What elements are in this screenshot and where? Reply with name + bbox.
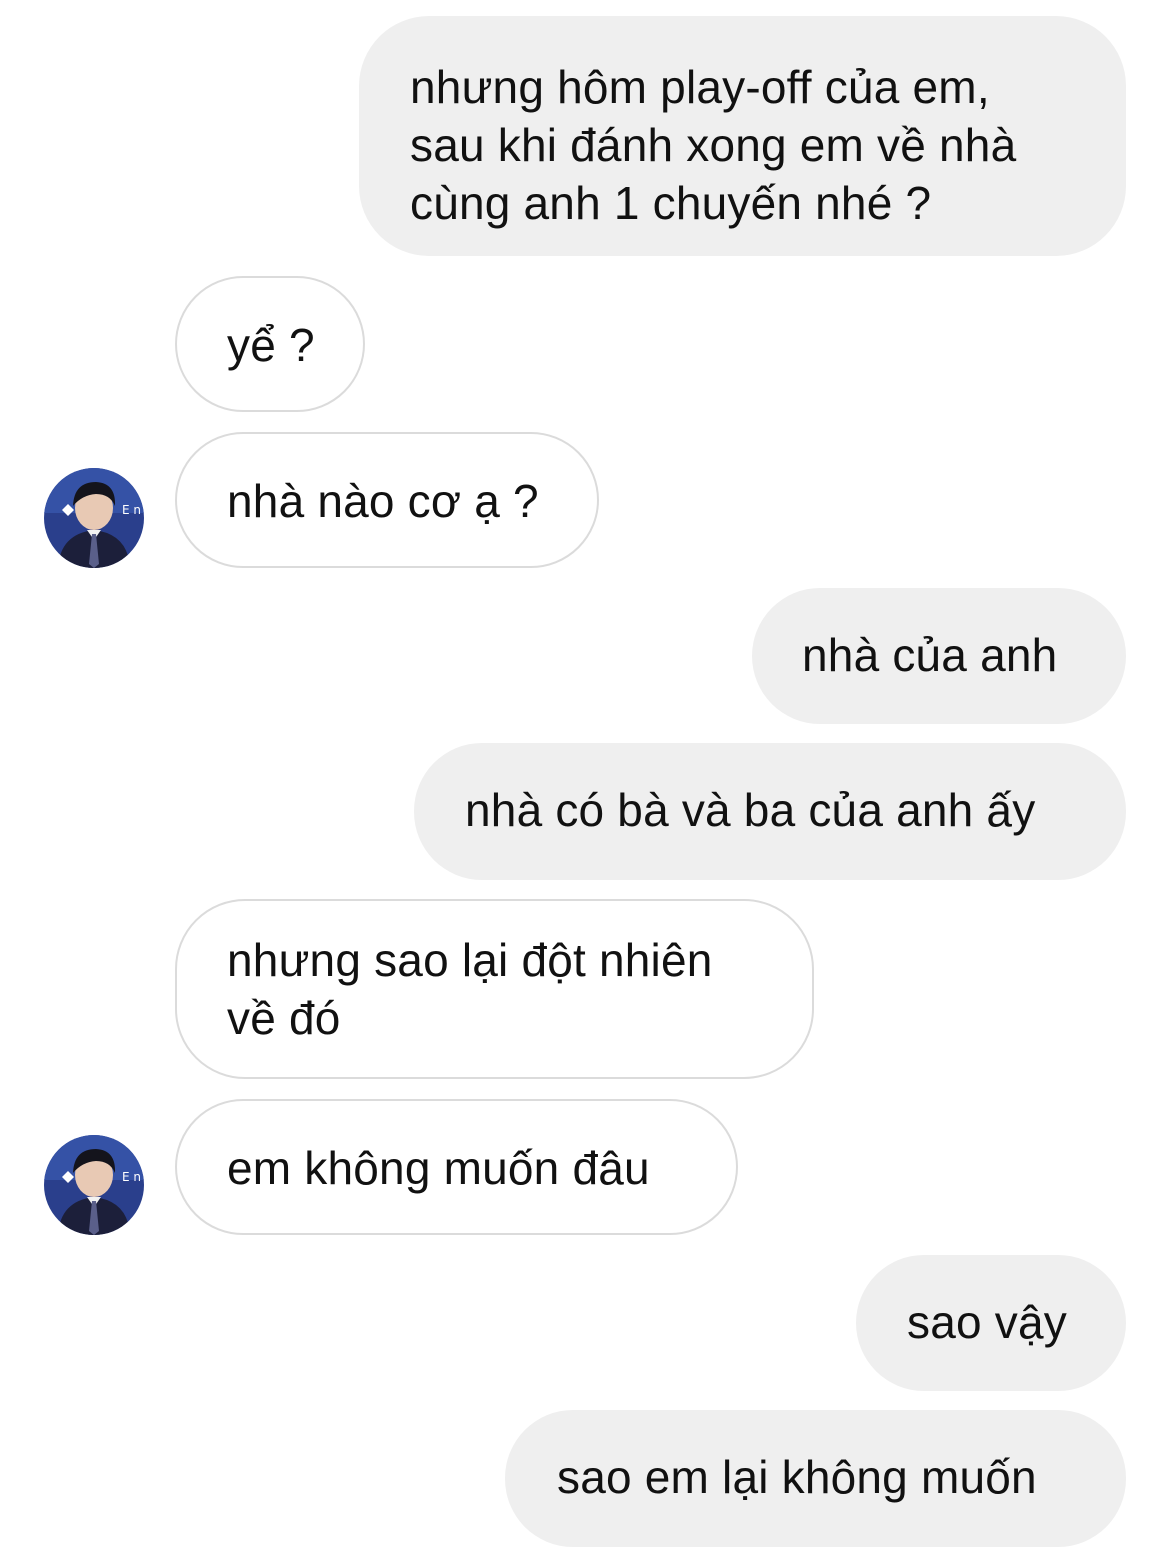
contact-avatar[interactable]: E n: [44, 1135, 144, 1235]
message-bubble-received[interactable]: yể ?: [175, 276, 365, 412]
svg-text:E n: E n: [122, 1170, 141, 1184]
message-bubble-received[interactable]: nhưng sao lại đột nhiên về đó: [175, 899, 814, 1079]
message-bubble-sent[interactable]: sao em lại không muốn: [505, 1410, 1126, 1547]
profile-photo-icon: E n: [44, 1135, 144, 1235]
contact-avatar[interactable]: E n: [44, 468, 144, 568]
message-bubble-sent[interactable]: nhà của anh: [752, 588, 1126, 724]
message-bubble-received[interactable]: nhà nào cơ ạ ?: [175, 432, 599, 568]
profile-photo-icon: E n: [44, 468, 144, 568]
svg-text:E n: E n: [122, 503, 141, 517]
message-bubble-sent[interactable]: sao vậy: [856, 1255, 1126, 1391]
message-bubble-sent[interactable]: nhà có bà và ba của anh ấy: [414, 743, 1126, 880]
message-bubble-sent[interactable]: nhưng hôm play-off của em, sau khi đánh …: [359, 16, 1126, 256]
message-bubble-received[interactable]: em không muốn đâu: [175, 1099, 738, 1235]
